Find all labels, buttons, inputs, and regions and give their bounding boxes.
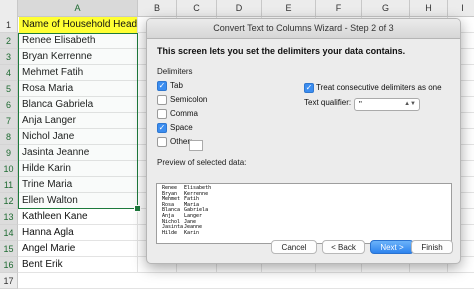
row-header-11[interactable]: 11 (0, 177, 18, 193)
row-header-3[interactable]: 3 (0, 49, 18, 65)
preview-label: Preview of selected data: (157, 158, 247, 167)
cell-a16[interactable]: Bent Erik (19, 257, 137, 273)
column-header-d[interactable]: D (217, 0, 262, 17)
row-header-14[interactable]: 14 (0, 225, 18, 241)
chevron-updown-icon: ▲▼ (404, 101, 416, 107)
delimiters-label: Delimiters (157, 67, 193, 76)
back-button[interactable]: < Back (322, 240, 365, 254)
dialog-title: Convert Text to Columns Wizard - Step 2 … (147, 19, 460, 39)
select-all-corner[interactable] (0, 0, 18, 18)
column-header-h[interactable]: H (410, 0, 448, 17)
cancel-button[interactable]: Cancel (271, 240, 317, 254)
space-label: Space (170, 123, 193, 132)
row-header-7[interactable]: 7 (0, 113, 18, 129)
row-header-10[interactable]: 10 (0, 161, 18, 177)
row-header-17[interactable]: 17 (0, 273, 18, 289)
column-header-b[interactable]: B (138, 0, 177, 17)
tab-checkbox[interactable]: ✓ (157, 81, 167, 91)
cell-a13[interactable]: Kathleen Kane (19, 209, 137, 225)
cell-a15[interactable]: Angel Marie (19, 241, 137, 257)
text-qualifier-label: Text qualifier: (304, 98, 352, 107)
comma-label: Comma (170, 109, 199, 118)
row-header-12[interactable]: 12 (0, 193, 18, 209)
consecutive-delimiters-checkbox[interactable]: ✓ (304, 83, 314, 93)
text-to-columns-dialog: Convert Text to Columns Wizard - Step 2 … (146, 18, 461, 264)
row-header-2[interactable]: 2 (0, 33, 18, 49)
semicolon-label: Semicolon (170, 95, 208, 104)
preview-row: Hilde Karin (162, 229, 199, 236)
semicolon-checkbox[interactable] (157, 95, 167, 105)
text-qualifier-value: " (359, 100, 362, 109)
row-header-4[interactable]: 4 (0, 65, 18, 81)
tab-label: Tab (170, 81, 183, 90)
preview-col1: Hilde (162, 229, 178, 236)
column-header-e[interactable]: E (262, 0, 316, 17)
column-header-i[interactable]: I (448, 0, 474, 17)
cell-a1-header[interactable]: Name of Household Head (19, 17, 137, 33)
column-header-f[interactable]: F (316, 0, 362, 17)
comma-checkbox[interactable] (157, 109, 167, 119)
next-button[interactable]: Next > (370, 240, 414, 254)
preview-col2: Karin (184, 229, 200, 236)
column-header-a[interactable]: A (18, 0, 138, 17)
row-header-13[interactable]: 13 (0, 209, 18, 225)
finish-button[interactable]: Finish (411, 240, 453, 254)
other-checkbox[interactable] (157, 137, 167, 147)
row-header-1[interactable]: 1 (0, 17, 18, 33)
space-checkbox[interactable]: ✓ (157, 123, 167, 133)
cell-a14[interactable]: Hanna Agla (19, 225, 137, 241)
row-header-16[interactable]: 16 (0, 257, 18, 273)
text-qualifier-select[interactable]: " ▲▼ (354, 98, 420, 111)
data-preview[interactable]: Renee Elisabeth Bryan Kerrenne Mehmet Fatih Ro… (156, 183, 452, 244)
row-header-9[interactable]: 9 (0, 145, 18, 161)
dialog-instruction: This screen lets you set the delimiters … (157, 46, 406, 56)
row-header-6[interactable]: 6 (0, 97, 18, 113)
fill-handle[interactable] (134, 205, 141, 212)
row-header-8[interactable]: 8 (0, 129, 18, 145)
other-delimiter-field[interactable] (189, 140, 203, 151)
column-header-c[interactable]: C (177, 0, 217, 17)
consecutive-delimiters-label: Treat consecutive delimiters as one (316, 83, 442, 92)
row-header-5[interactable]: 5 (0, 81, 18, 97)
selection-range (18, 33, 138, 209)
column-header-g[interactable]: G (362, 0, 410, 17)
row-header-15[interactable]: 15 (0, 241, 18, 257)
